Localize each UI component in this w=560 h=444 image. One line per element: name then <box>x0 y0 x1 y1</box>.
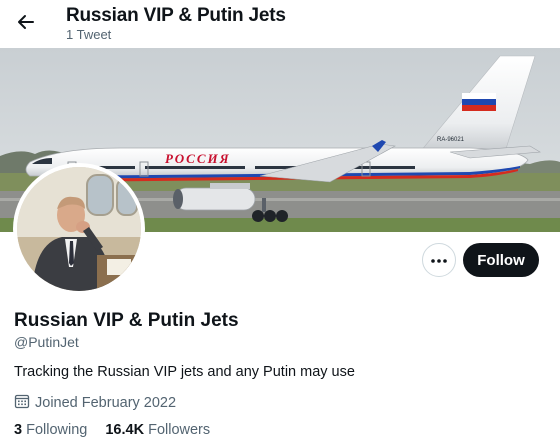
tweet-count: 1 Tweet <box>66 27 112 42</box>
aircraft-livery-text: РОССИЯ <box>165 151 231 166</box>
user-handle: @PutinJet <box>14 334 79 350</box>
joined-date: Joined February 2022 <box>35 395 177 411</box>
profile-bio: Tracking the Russian VIP jets and any Pu… <box>14 364 355 380</box>
following-label: Following <box>26 422 88 438</box>
avatar[interactable] <box>13 163 145 295</box>
followers-count: 16.4K <box>105 422 145 438</box>
following-link[interactable]: 3 Following <box>14 422 87 438</box>
following-count: 3 <box>14 422 23 438</box>
display-name: Russian VIP & Putin Jets <box>14 310 239 331</box>
header-title: Russian VIP & Putin Jets <box>66 5 286 26</box>
back-button[interactable] <box>10 8 42 40</box>
calendar-icon <box>14 393 35 413</box>
more-horizontal-icon <box>430 251 448 269</box>
more-options-button[interactable] <box>422 243 456 277</box>
follow-button[interactable]: Follow <box>463 243 539 277</box>
profile-header: Russian VIP & Putin Jets 1 Tweet <box>0 0 560 48</box>
arrow-left-icon <box>16 12 36 37</box>
avatar-image <box>17 167 141 291</box>
follow-stats: 3 Following 16.4K Followers <box>14 422 228 438</box>
followers-label: Followers <box>148 422 211 438</box>
joined-date-row: Joined February 2022 <box>14 393 176 413</box>
aircraft-registration: RA-96021 <box>437 137 465 143</box>
followers-link[interactable]: 16.4K Followers <box>105 422 210 438</box>
